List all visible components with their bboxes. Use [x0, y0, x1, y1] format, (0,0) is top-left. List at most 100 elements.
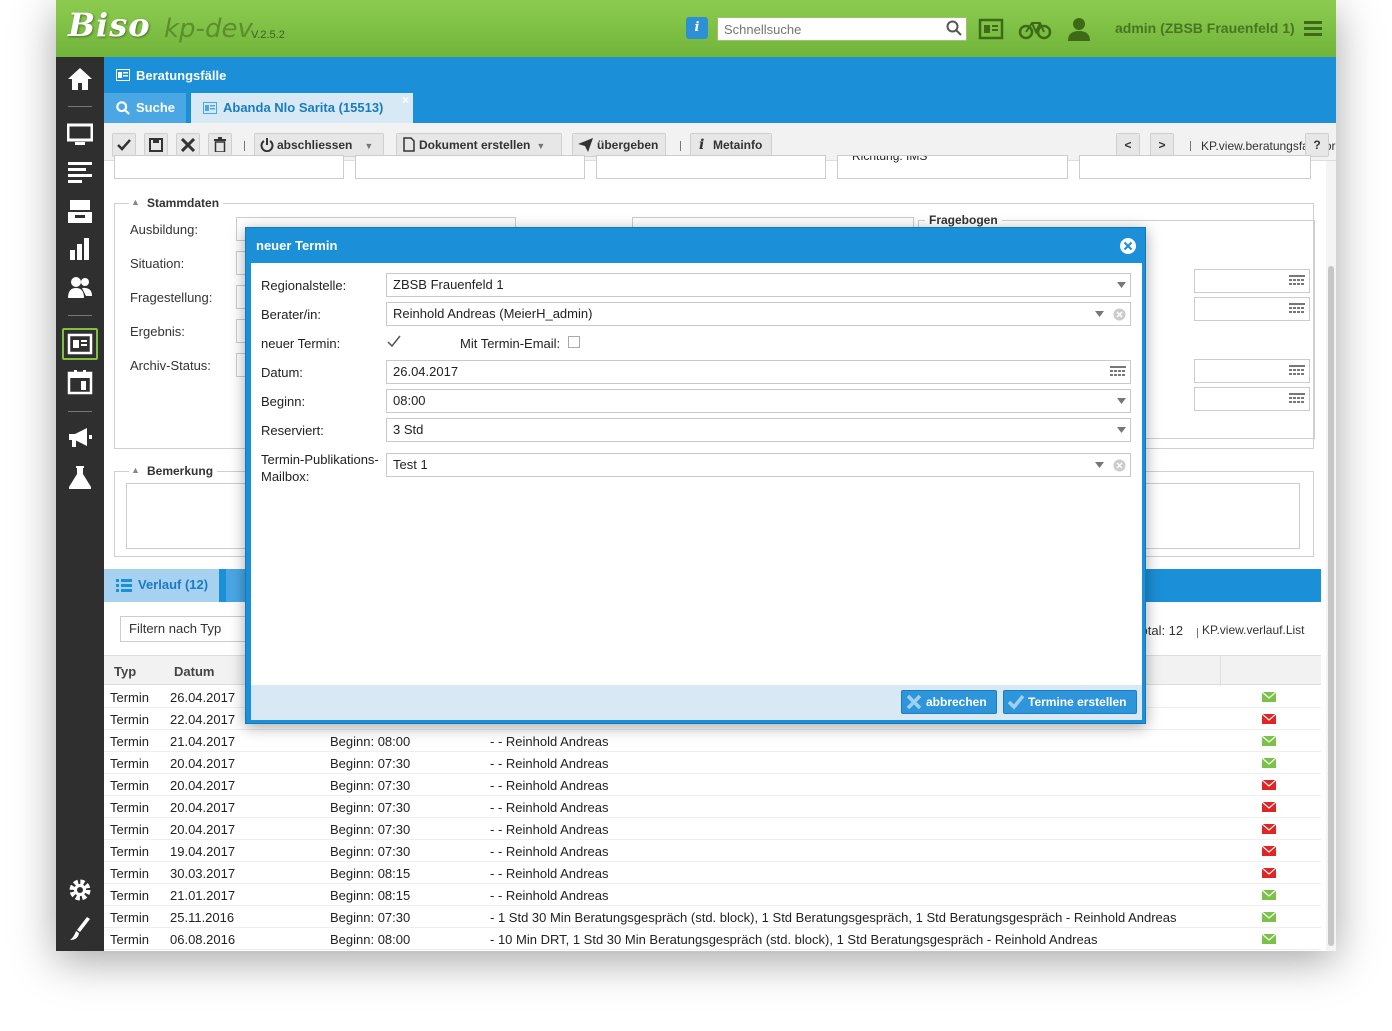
table-row[interactable]: Termin 19.04.2017 Beginn: 07:30 - - Reinhol… [104, 840, 1321, 862]
table-row[interactable]: Termin 21.04.2017 Beginn: 08:00 - - Reinhol… [104, 730, 1321, 752]
create-appointments-button[interactable]: Termine erstellen [1003, 690, 1137, 714]
delete-button[interactable] [208, 133, 232, 157]
bar-chart-icon[interactable] [67, 236, 93, 262]
top-field[interactable] [355, 155, 585, 179]
bemerkung-legend[interactable]: ▲ Bemerkung [129, 464, 218, 478]
save-button[interactable] [144, 133, 168, 157]
mail-status-icon[interactable] [1262, 846, 1276, 856]
reserviert-select[interactable]: 3 Std [386, 418, 1131, 442]
mit-termin-email-checkbox[interactable] [568, 336, 580, 348]
fragebogen-date-field[interactable] [1194, 269, 1310, 293]
collapse-icon[interactable]: ▲ [131, 465, 140, 475]
chevron-down-icon[interactable]: ▼ [364, 135, 373, 157]
tab-search[interactable]: Suche [104, 93, 186, 123]
mail-status-icon[interactable] [1262, 824, 1276, 834]
top-field[interactable] [114, 155, 344, 179]
mail-status-icon[interactable] [1262, 912, 1276, 922]
calendar-icon[interactable] [67, 369, 93, 395]
calendar-grid-icon[interactable] [1289, 365, 1305, 377]
megaphone-icon[interactable] [67, 425, 93, 451]
calendar-grid-icon[interactable] [1289, 275, 1305, 287]
top-field[interactable] [1079, 155, 1311, 179]
calendar-grid-icon[interactable] [1289, 303, 1305, 315]
table-row[interactable]: Termin 20.04.2017 Beginn: 07:30 - - Reinhol… [104, 752, 1321, 774]
mailbox-select[interactable]: Test 1 [386, 453, 1131, 477]
case-card-icon[interactable] [67, 331, 93, 357]
stammdaten-legend[interactable]: ▲ Stammdaten [129, 196, 224, 210]
tab-verlauf[interactable]: Verlauf (12) [104, 569, 219, 602]
calendar-grid-icon[interactable] [1110, 366, 1126, 378]
fragebogen-date-field[interactable] [1194, 359, 1310, 383]
col-typ[interactable]: Typ [114, 664, 136, 679]
mail-status-icon[interactable] [1262, 692, 1276, 702]
hamburger-menu-icon[interactable] [1304, 20, 1322, 36]
prev-record-button[interactable]: < [1116, 133, 1140, 157]
table-row[interactable]: Termin 21.01.2017 Beginn: 08:15 - - Reinhol… [104, 884, 1321, 906]
table-row[interactable]: Termin 06.08.2016 Beginn: 08:00 - 10 Min DR… [104, 928, 1321, 950]
scrollbar-thumb[interactable] [1328, 266, 1334, 946]
regionalstelle-select[interactable]: ZBSB Frauenfeld 1 [386, 273, 1131, 297]
users-icon[interactable] [67, 274, 93, 300]
tab-case[interactable]: Abanda Nlo Sarita (15513) × [191, 93, 413, 123]
abschliessen-button[interactable]: abschliessen ▼ [254, 133, 384, 157]
datum-input[interactable]: 26.04.2017 [386, 360, 1131, 384]
uebergeben-button[interactable]: übergeben [572, 133, 666, 157]
berater-select[interactable]: Reinhold Andreas (MeierH_admin) [386, 302, 1131, 326]
chevron-down-icon[interactable] [1095, 462, 1104, 468]
beginn-select[interactable]: 08:00 [386, 389, 1131, 413]
info-button[interactable]: i [686, 17, 708, 39]
mail-status-icon[interactable] [1262, 868, 1276, 878]
col-datum[interactable]: Datum [174, 664, 214, 679]
chevron-down-icon[interactable] [1095, 311, 1104, 317]
table-row[interactable]: Termin 25.11.2016 Beginn: 07:30 - 1 Std 30 … [104, 906, 1321, 928]
monitor-icon[interactable] [67, 122, 93, 148]
fragebogen-date-field[interactable] [1194, 297, 1310, 321]
mail-status-icon[interactable] [1262, 714, 1276, 724]
id-card-icon[interactable] [978, 16, 1004, 42]
top-field[interactable] [596, 155, 826, 179]
vertical-scrollbar[interactable] [1326, 161, 1336, 951]
flask-icon[interactable] [67, 464, 93, 490]
cancel-button[interactable]: abbrechen [901, 690, 997, 714]
mail-status-icon[interactable] [1262, 934, 1276, 944]
chevron-down-icon[interactable] [1117, 282, 1126, 288]
mail-status-icon[interactable] [1262, 758, 1276, 768]
collapse-icon[interactable]: ▲ [131, 197, 140, 207]
help-button[interactable]: ? [1305, 133, 1329, 157]
close-icon[interactable] [1119, 237, 1137, 255]
dokument-erstellen-button[interactable]: Dokument erstellen ▼ [396, 133, 562, 157]
text-list-icon[interactable] [67, 159, 93, 185]
current-user[interactable]: admin (ZBSB Frauenfeld 1) [1115, 20, 1295, 36]
table-row[interactable]: Termin 20.04.2017 Beginn: 07:30 - - Reinhol… [104, 774, 1321, 796]
mail-status-icon[interactable] [1262, 890, 1276, 900]
cancel-x-button[interactable] [176, 133, 200, 157]
fragebogen-date-field[interactable] [1194, 387, 1310, 411]
metainfo-button[interactable]: i Metainfo [690, 133, 772, 157]
save-check-button[interactable] [112, 133, 136, 157]
clear-icon[interactable] [1113, 459, 1126, 472]
settings-gear-icon[interactable] [67, 877, 93, 903]
user-icon[interactable] [1066, 16, 1092, 42]
brush-icon[interactable] [67, 916, 93, 942]
chevron-down-icon[interactable] [1117, 427, 1126, 433]
bicycle-icon[interactable] [1018, 16, 1052, 42]
table-row[interactable]: Termin 20.04.2017 Beginn: 07:30 - - Reinhol… [104, 796, 1321, 818]
chevron-down-icon[interactable]: ▼ [536, 135, 545, 157]
richtung-field[interactable]: Richtung: IMS [837, 155, 1068, 179]
calendar-grid-icon[interactable] [1289, 393, 1305, 405]
clear-icon[interactable] [1113, 308, 1126, 321]
table-row[interactable]: Termin 20.04.2017 Beginn: 07:30 - - Reinhol… [104, 818, 1321, 840]
chevron-down-icon[interactable] [1117, 398, 1126, 404]
inbox-icon[interactable] [67, 198, 93, 224]
verlauf-filter-select[interactable]: Filtern nach Typ [120, 616, 250, 642]
search-icon[interactable] [946, 20, 962, 36]
neuer-termin-checkbox[interactable] [387, 335, 401, 349]
tab-close-icon[interactable]: × [402, 85, 409, 115]
table-row[interactable]: Termin 30.03.2017 Beginn: 08:15 - - Reinhol… [104, 862, 1321, 884]
mail-status-icon[interactable] [1262, 736, 1276, 746]
mail-status-icon[interactable] [1262, 802, 1276, 812]
next-record-button[interactable]: > [1150, 133, 1174, 157]
home-icon[interactable] [67, 66, 93, 92]
quick-search-input[interactable] [717, 17, 967, 41]
mail-status-icon[interactable] [1262, 780, 1276, 790]
